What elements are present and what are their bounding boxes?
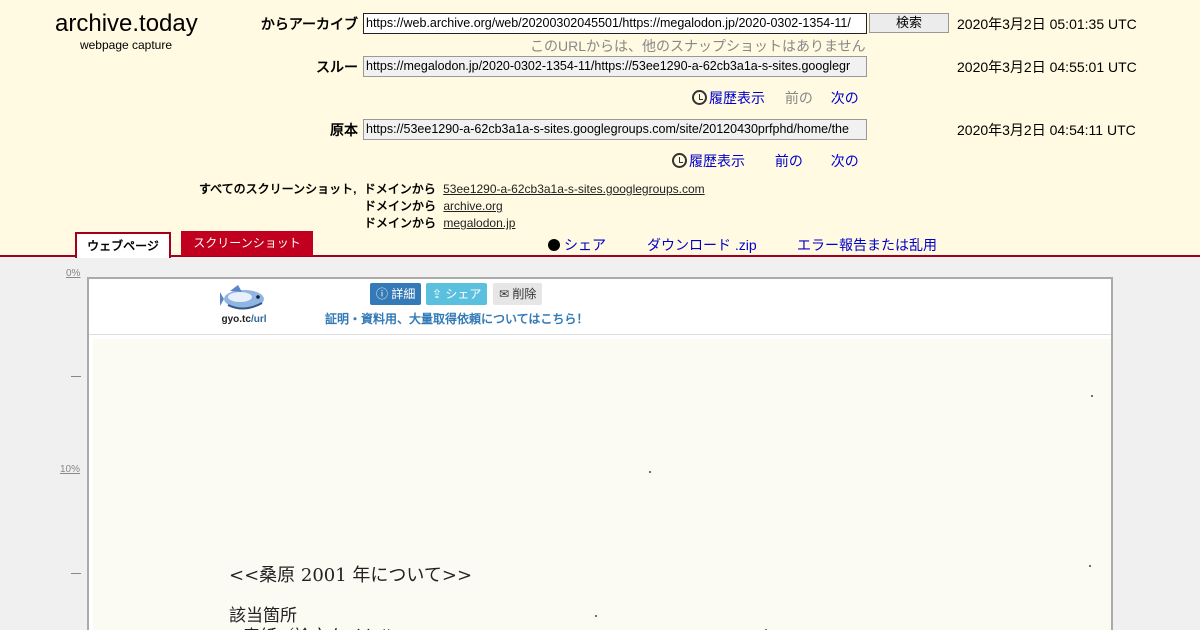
share-link[interactable]: シェア (548, 235, 606, 255)
gyo-share-button[interactable]: ⇪ シェア (426, 283, 488, 305)
through-timestamp: 2020年3月2日 04:55:01 UTC (957, 59, 1137, 75)
through-history-link[interactable]: 履歴表示 (692, 90, 765, 106)
archive-timestamp: 2020年3月2日 05:01:35 UTC (957, 16, 1137, 32)
tab-screenshot[interactable]: スクリーンショット (181, 231, 313, 256)
through-url-field[interactable]: https://megalodon.jp/2020-0302-1354-11/h… (363, 56, 867, 77)
search-button[interactable]: 検索 (869, 13, 949, 33)
download-zip-link[interactable]: ダウンロード .zip (647, 235, 757, 255)
site-tagline: webpage capture (79, 38, 173, 52)
original-timestamp: 2020年3月2日 04:54:11 UTC (957, 122, 1136, 138)
domain-link-archive-org[interactable]: archive.org (443, 199, 502, 213)
through-nav: 履歴表示 前の 次の (692, 88, 859, 108)
ruler-tick (71, 573, 81, 574)
domain-line-1: すべてのスクリーンショット, ドメインから 53ee1290-a-62cb3a1… (199, 182, 705, 196)
no-other-snapshots-note: このURLからは、他のスナップショットはありません (530, 38, 866, 54)
report-abuse-link[interactable]: エラー報告または乱用 (797, 235, 937, 255)
archive-url-input[interactable]: https://web.archive.org/web/202003020455… (363, 13, 867, 34)
site-name[interactable]: archive.today (55, 10, 198, 38)
domain-line-2: ドメインから archive.org (364, 199, 503, 213)
ruler-0-percent[interactable]: 0% (66, 268, 80, 279)
scan-speck (649, 471, 651, 473)
original-label: 原本 (330, 122, 358, 138)
certification-link[interactable]: 証明・資料用、大量取得依頼についてはこちら！ (325, 310, 588, 327)
captured-page-frame: gyo.tc/url ⓘ 詳細 ⇪ シェア ✉ 削除 証明・資料用、大量取得依頼… (87, 277, 1113, 630)
domain-link-megalodon[interactable]: megalodon.jp (443, 216, 515, 230)
tab-webpage[interactable]: ウェブページ (75, 232, 171, 258)
history-icon (672, 153, 687, 168)
original-url-field[interactable]: https://53ee1290-a-62cb3a1a-s-sites.goog… (363, 119, 867, 140)
through-prev-disabled: 前の (784, 90, 813, 106)
through-next-link[interactable]: 次の (831, 90, 859, 106)
original-prev-link[interactable]: 前の (775, 153, 803, 169)
original-history-link[interactable]: 履歴表示 (672, 153, 745, 169)
delete-button[interactable]: ✉ 削除 (493, 283, 543, 305)
archive-header: archive.today webpage capture からアーカイブ ht… (0, 0, 1200, 258)
through-label: スルー (316, 59, 358, 75)
original-next-link[interactable]: 次の (831, 153, 859, 169)
site-logo[interactable]: archive.today webpage capture (55, 10, 198, 52)
detail-button[interactable]: ⓘ 詳細 (370, 283, 422, 305)
gyo-toolbar: gyo.tc/url ⓘ 詳細 ⇪ シェア ✉ 削除 証明・資料用、大量取得依頼… (89, 279, 1111, 335)
domain-line-3: ドメインから megalodon.jp (364, 216, 516, 230)
gyo-fish-icon (220, 283, 268, 313)
document-heading: <<桑原 2001 年について>> (229, 565, 473, 586)
ruler-tick (71, 376, 81, 377)
scanned-document-image: <<桑原 2001 年について>> 該当箇所 表紙／論文タイトル (93, 339, 1111, 630)
gyo-logo[interactable]: gyo.tc/url (214, 283, 274, 325)
original-nav: 履歴表示 前の 次の (672, 151, 859, 171)
scan-speck (595, 615, 597, 617)
all-screenshots-label: すべてのスクリーンショット, (199, 182, 357, 196)
scan-speck (1089, 565, 1091, 567)
domain-link-googlegroups[interactable]: 53ee1290-a-62cb3a1a-s-sites.googlegroups… (443, 182, 705, 196)
archived-from-label: からアーカイブ (260, 16, 358, 32)
share-icon (548, 239, 560, 251)
history-icon (692, 90, 707, 105)
document-line-2: 表紙／論文タイトル (243, 622, 396, 630)
scan-speck (1091, 395, 1093, 397)
ruler-10-percent[interactable]: 10% (60, 464, 80, 475)
